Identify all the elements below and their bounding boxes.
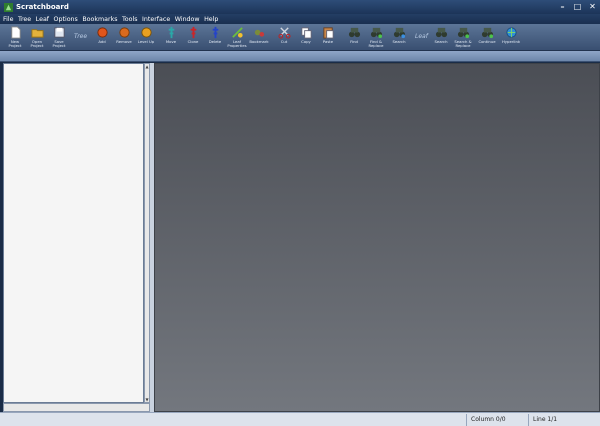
search-label: Search	[392, 39, 406, 44]
menu-window[interactable]: Window	[175, 16, 200, 23]
copy-label: Copy	[301, 39, 311, 44]
hyperlink-globe-icon	[505, 27, 517, 38]
cut-label: Cut	[280, 39, 288, 44]
menu-file[interactable]: File	[3, 16, 14, 23]
remove-circle-icon	[118, 27, 130, 38]
leaf-search-label: Search	[434, 39, 448, 44]
editor-area[interactable]	[154, 63, 600, 412]
level-up-label: Level Up	[137, 39, 155, 44]
add-circle-icon	[96, 27, 108, 38]
close-button[interactable]: ✕	[586, 1, 599, 13]
minimize-button[interactable]: –	[556, 1, 569, 13]
status-column: Column 0/0	[466, 414, 528, 426]
bookmark-label: Bookmark	[249, 39, 269, 44]
remove-button[interactable]: Remove	[113, 25, 135, 50]
status-bar: Column 0/0 Line 1/1	[0, 412, 600, 426]
menu-tree[interactable]: Tree	[18, 16, 31, 23]
find-replace-button[interactable]: Find & Replace	[365, 25, 387, 50]
find-replace-label: Find & Replace	[368, 39, 384, 48]
paste-button[interactable]: Paste	[317, 25, 339, 50]
clone-button[interactable]: Clone	[182, 25, 204, 50]
app-icon	[4, 2, 13, 12]
search-button[interactable]: Search	[388, 25, 410, 50]
binoculars-icon	[348, 27, 360, 38]
clone-label: Clone	[187, 39, 199, 44]
menu-help[interactable]: Help	[204, 16, 218, 23]
paste-label: Paste	[322, 39, 334, 44]
menu-tools[interactable]: Tools	[122, 16, 138, 23]
find-label: Find	[350, 39, 358, 44]
status-line: Line 1/1	[528, 414, 600, 426]
paste-icon	[322, 27, 334, 39]
menu-bookmarks[interactable]: Bookmarks	[82, 16, 117, 23]
menu-leaf[interactable]: Leaf	[36, 16, 49, 23]
level-up-icon	[140, 27, 152, 38]
continue-label: Continue	[478, 39, 496, 44]
leaf-search-replace-label: Search & Replace	[454, 39, 472, 48]
leaf-search-replace-button[interactable]: Search & Replace	[452, 25, 474, 50]
cut-button[interactable]: Cut	[273, 25, 295, 50]
bookmark-button[interactable]: Bookmark	[248, 25, 270, 50]
secondary-toolbar	[0, 51, 600, 62]
level-up-button[interactable]: Level Up	[135, 25, 157, 50]
tree-panel[interactable]	[3, 63, 144, 403]
hyperlink-label: Hyperlink	[501, 39, 521, 44]
copy-button[interactable]: Copy	[295, 25, 317, 50]
open-project-button[interactable]: Open Project	[26, 25, 48, 50]
save-project-button[interactable]: Save Project	[48, 25, 70, 50]
menu-interface[interactable]: Interface	[142, 16, 170, 23]
open-folder-icon	[30, 29, 44, 38]
leaf-section-label: Leaf	[415, 33, 428, 40]
binoculars-search-icon	[393, 27, 405, 39]
new-document-icon	[10, 26, 21, 39]
save-icon	[53, 27, 65, 38]
add-button[interactable]: Add	[91, 25, 113, 50]
copy-icon	[300, 27, 312, 39]
open-project-label: Open Project	[30, 39, 44, 48]
menu-options[interactable]: Options	[54, 16, 78, 23]
delete-node-icon	[212, 26, 218, 39]
leaf-properties-label: Leaf Properties	[227, 39, 247, 48]
remove-label: Remove	[116, 39, 132, 44]
menu-bar: File Tree Leaf Options Bookmarks Tools I…	[0, 14, 600, 24]
bookmark-icon	[254, 29, 264, 37]
scissors-icon	[277, 27, 291, 39]
title-bar: Scratchboard – □ ✕	[0, 0, 600, 14]
delete-button[interactable]: Delete	[204, 25, 226, 50]
leaf-search-button[interactable]: Search	[430, 25, 452, 50]
find-button[interactable]: Find	[343, 25, 365, 50]
tree-section-label: Tree	[74, 33, 88, 40]
tree-horizontal-scrollbar[interactable]	[3, 403, 150, 412]
window-title: Scratchboard	[16, 3, 69, 11]
move-label: Move	[165, 39, 177, 44]
scroll-up-arrow-icon[interactable]: ▲	[145, 64, 149, 69]
leaf-properties-icon	[231, 27, 243, 38]
clone-node-icon	[190, 26, 196, 39]
add-label: Add	[98, 39, 106, 44]
maximize-button[interactable]: □	[571, 1, 584, 13]
leaf-properties-button[interactable]: Leaf Properties	[226, 25, 248, 50]
hyperlink-button[interactable]: Hyperlink	[500, 25, 522, 50]
move-button[interactable]: Move	[160, 25, 182, 50]
toolbar: New Project Open Project Save Project Tr…	[0, 24, 600, 51]
save-project-label: Save Project	[52, 39, 66, 48]
binoculars-search-icon	[435, 27, 447, 38]
new-project-label: New Project	[8, 39, 22, 48]
scroll-down-arrow-icon[interactable]: ▼	[145, 397, 149, 402]
new-project-button[interactable]: New Project	[4, 25, 26, 50]
binoculars-replace-icon	[370, 27, 382, 39]
continue-button[interactable]: Continue	[476, 25, 498, 50]
move-node-icon	[168, 26, 174, 39]
delete-label: Delete	[208, 39, 222, 44]
binoculars-replace-icon	[457, 27, 469, 39]
binoculars-continue-icon	[481, 27, 493, 39]
